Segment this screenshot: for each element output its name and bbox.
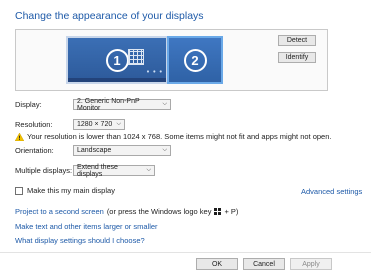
display-select[interactable]: 2. Generic Non-PnP Monitor ⌵	[73, 97, 171, 112]
multiple-displays-select-value: Extend these displays	[77, 163, 118, 178]
monitor-1-number: 1	[105, 48, 129, 72]
main-display-checkbox[interactable]	[15, 186, 23, 195]
help-link[interactable]: What display settings should I choose?	[15, 236, 145, 245]
main-display-label: Make this my main display	[27, 186, 115, 195]
multiple-displays-label: Multiple displays:	[15, 166, 73, 175]
project-key: + P)	[224, 207, 239, 216]
main-display-option[interactable]: Make this my main display	[15, 186, 115, 195]
windows-logo-icon	[214, 208, 222, 215]
chevron-down-icon: ⌵	[162, 147, 167, 153]
page-title: Change the appearance of your displays	[15, 10, 204, 22]
monitor-2[interactable]: 2	[167, 36, 223, 84]
monitor-1-taskbar	[68, 78, 166, 82]
identify-button[interactable]: Identify	[278, 52, 316, 63]
detect-button[interactable]: Detect	[278, 35, 316, 46]
orientation-row: Orientation: Landscape ⌵	[15, 145, 171, 156]
chevron-down-icon: ⌵	[116, 121, 121, 127]
display-label: Display:	[15, 100, 42, 109]
multiple-displays-row: Multiple displays: Extend these displays…	[15, 163, 155, 178]
grid-icon	[128, 49, 144, 65]
resolution-label: Resolution:	[15, 120, 53, 129]
resolution-select-value: 1280 × 720	[77, 121, 113, 128]
warning-icon	[15, 132, 24, 141]
chevron-down-icon: ⌵	[146, 167, 151, 173]
project-second-screen-link[interactable]: Project to a second screen	[15, 207, 104, 216]
ok-button[interactable]: OK	[196, 258, 238, 270]
monitor-1[interactable]: 1 • • •	[66, 36, 168, 84]
warning-text: Your resolution is lower than 1024 x 768…	[27, 132, 332, 141]
orientation-label: Orientation:	[15, 146, 54, 155]
footer-divider	[0, 252, 371, 253]
project-suffix: (or press the Windows logo key	[106, 207, 212, 216]
cancel-button[interactable]: Cancel	[243, 258, 285, 270]
text-size-link[interactable]: Make text and other items larger or smal…	[15, 222, 158, 231]
project-line: Project to a second screen (or press the…	[15, 207, 238, 216]
chevron-down-icon: ⌵	[162, 101, 167, 107]
resolution-warning: Your resolution is lower than 1024 x 768…	[15, 132, 332, 141]
orientation-select[interactable]: Landscape ⌵	[73, 145, 171, 156]
orientation-select-value: Landscape	[77, 147, 112, 154]
resolution-row: Resolution: 1280 × 720 ⌵	[15, 119, 125, 130]
apply-button[interactable]: Apply	[290, 258, 332, 270]
multiple-displays-select[interactable]: Extend these displays ⌵	[73, 163, 155, 178]
monitor-1-dots: • • •	[146, 69, 163, 76]
monitor-2-number: 2	[183, 48, 207, 72]
resolution-select[interactable]: 1280 × 720 ⌵	[73, 119, 125, 130]
display-row: Display: 2. Generic Non-PnP Monitor ⌵	[15, 97, 171, 112]
advanced-settings-link[interactable]: Advanced settings	[301, 187, 362, 196]
display-select-value: 2. Generic Non-PnP Monitor	[77, 97, 140, 112]
